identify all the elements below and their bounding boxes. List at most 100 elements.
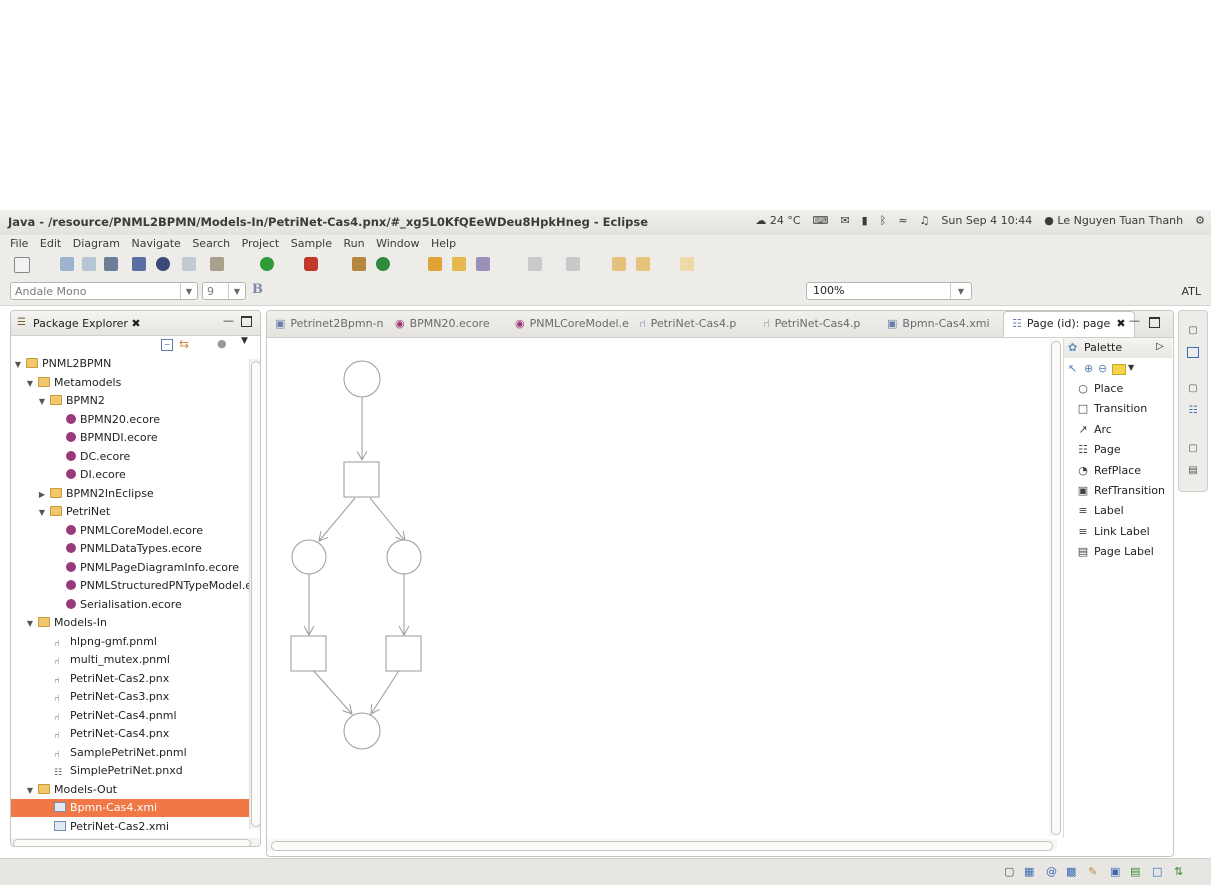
explorer-title[interactable]: Package Explorer ✖ bbox=[33, 317, 141, 330]
problems-icon[interactable]: ▦ bbox=[1024, 865, 1034, 878]
maximize-view-icon[interactable] bbox=[1187, 347, 1199, 358]
tree-item[interactable]: ▼ Models-Out bbox=[11, 781, 249, 799]
declaration-icon[interactable]: ▩ bbox=[1066, 865, 1076, 878]
new-class-icon[interactable] bbox=[352, 257, 366, 271]
tree-item[interactable]: ⑁ SamplePetriNet.pnml bbox=[11, 744, 249, 762]
tree-item[interactable]: ▼ Models-In bbox=[11, 614, 249, 632]
open-type-icon[interactable] bbox=[428, 257, 442, 271]
battery-icon[interactable]: ▮ bbox=[862, 214, 868, 227]
expand-arrow-icon[interactable]: ▼ bbox=[37, 393, 47, 411]
user-menu[interactable]: ● Le Nguyen Tuan Thanh bbox=[1044, 214, 1183, 227]
editor-tab[interactable]: ▣ Petrinet2Bpmn-n bbox=[275, 317, 384, 330]
diagram-canvas[interactable] bbox=[267, 338, 1047, 838]
menu-project[interactable]: Project bbox=[242, 237, 280, 250]
expand-arrow-icon[interactable]: ▼ bbox=[25, 615, 35, 633]
tree-item[interactable]: PNMLCoreModel.ecore bbox=[11, 522, 249, 540]
tree-item[interactable]: PNMLPageDiagramInfo.ecore bbox=[11, 559, 249, 577]
tree-item[interactable]: ☷ SimplePetriNet.pnxd bbox=[11, 762, 249, 780]
tree-item[interactable]: ⑁ PetriNet-Cas4.pnml bbox=[11, 707, 249, 725]
last-edit-icon[interactable] bbox=[612, 257, 626, 271]
tasks-icon[interactable]: □ bbox=[1152, 865, 1162, 878]
save-all-icon[interactable] bbox=[82, 257, 96, 271]
expand-arrow-icon[interactable]: ▼ bbox=[25, 782, 35, 800]
editor-tab[interactable]: ⑁ PetriNet-Cas4.p bbox=[763, 317, 860, 330]
menu-navigate[interactable]: Navigate bbox=[131, 237, 180, 250]
save-icon[interactable] bbox=[60, 257, 74, 271]
restore-icon[interactable]: ▢ bbox=[1186, 443, 1200, 457]
maximize-icon[interactable] bbox=[1149, 317, 1160, 328]
properties-icon[interactable]: ▤ bbox=[1186, 465, 1200, 479]
weather-indicator[interactable]: ☁ 24 °C bbox=[755, 214, 800, 227]
zoom-select[interactable]: 100% ▼ bbox=[806, 282, 972, 300]
tree-item[interactable]: PNMLDataTypes.ecore bbox=[11, 540, 249, 558]
tree-item[interactable]: ▼ Metamodels bbox=[11, 374, 249, 392]
bug-icon[interactable] bbox=[210, 257, 224, 271]
note-icon[interactable] bbox=[1112, 364, 1126, 375]
menu-diagram[interactable]: Diagram bbox=[73, 237, 120, 250]
bold-button[interactable]: B bbox=[252, 282, 263, 297]
chevron-down-icon[interactable]: ▼ bbox=[1128, 363, 1134, 372]
link-with-editor-icon[interactable]: ⇆ bbox=[179, 337, 189, 351]
transition-node[interactable] bbox=[343, 461, 380, 498]
select-tool-icon[interactable]: ↖ bbox=[1068, 362, 1077, 375]
toggle-icon[interactable] bbox=[132, 257, 146, 271]
expand-arrow-icon[interactable]: ▼ bbox=[37, 504, 47, 522]
tree-item[interactable]: ⑁ PetriNet-Cas3.pnx bbox=[11, 688, 249, 706]
tree-item[interactable]: DC.ecore bbox=[11, 448, 249, 466]
canvas-hscroll-thumb[interactable] bbox=[271, 841, 1053, 851]
arc-t1-p2[interactable] bbox=[319, 497, 356, 541]
minimize-icon[interactable]: — bbox=[1129, 314, 1140, 327]
progress-icon[interactable]: ▤ bbox=[1130, 865, 1140, 878]
explorer-hscroll-thumb[interactable] bbox=[13, 839, 251, 846]
editor-tab[interactable]: ▣ Bpmn-Cas4.xmi bbox=[887, 317, 990, 330]
palette-item[interactable]: ▣ RefTransition bbox=[1076, 484, 1165, 497]
restore-icon[interactable]: ▢ bbox=[1186, 383, 1200, 397]
wifi-icon[interactable]: ≈ bbox=[898, 214, 907, 227]
arc-t3-p4[interactable] bbox=[371, 668, 401, 714]
tree-item[interactable]: BPMNDI.ecore bbox=[11, 429, 249, 447]
zoom-out-icon[interactable]: ⊖ bbox=[1098, 362, 1107, 375]
tree-item[interactable]: ⑁ hlpng-gmf.pnml bbox=[11, 633, 249, 651]
font-name-select[interactable]: Andale Mono ▼ bbox=[10, 282, 198, 300]
palette-item[interactable]: ↗ Arc bbox=[1076, 423, 1111, 436]
arc-t1-p3[interactable] bbox=[369, 497, 405, 541]
javadoc-icon[interactable]: @ bbox=[1046, 865, 1057, 878]
restore-icon[interactable]: ▢ bbox=[1004, 865, 1014, 878]
outline-icon[interactable]: ☷ bbox=[1186, 405, 1200, 419]
menu-sample[interactable]: Sample bbox=[291, 237, 332, 250]
tree-item[interactable]: ▶ BPMN2InEclipse bbox=[11, 485, 249, 503]
new-icon[interactable] bbox=[14, 257, 30, 273]
editor-tab[interactable]: ◉ PNMLCoreModel.e bbox=[515, 317, 629, 330]
palette-item[interactable]: □ Transition bbox=[1076, 402, 1147, 415]
explorer-scroll-thumb[interactable] bbox=[251, 361, 260, 827]
gear-icon[interactable]: ⚙ bbox=[1195, 214, 1205, 227]
perspective-atl[interactable]: ATL bbox=[1181, 285, 1201, 298]
restore-icon[interactable]: ▢ bbox=[1186, 325, 1200, 339]
tree-item[interactable]: PetriNet-Cas2.xmi bbox=[11, 818, 249, 836]
view-menu-icon[interactable]: ▼ bbox=[241, 336, 248, 346]
zoom-in-icon[interactable]: ⊕ bbox=[1084, 362, 1093, 375]
search-icon[interactable]: ✎ bbox=[1088, 865, 1097, 878]
place-node[interactable] bbox=[291, 539, 327, 575]
tree-item[interactable]: DI.ecore bbox=[11, 466, 249, 484]
hierarchy-icon[interactable]: ⇅ bbox=[1174, 865, 1183, 878]
palette-header[interactable]: ✿ Palette ▷ bbox=[1064, 338, 1172, 358]
mail-icon[interactable]: ✉ bbox=[840, 214, 849, 227]
font-size-select[interactable]: 9 ▼ bbox=[202, 282, 246, 300]
chevron-right-icon[interactable]: ▷ bbox=[1156, 341, 1164, 352]
arc-t2-p4[interactable] bbox=[311, 668, 352, 714]
editor-tab[interactable]: ☷ Page (id): page ✖ bbox=[1003, 311, 1135, 337]
tree-item[interactable]: ▼ BPMN2 bbox=[11, 392, 249, 410]
explorer-hscrollbar[interactable] bbox=[11, 838, 260, 846]
debug-icon[interactable] bbox=[156, 257, 170, 271]
expand-arrow-icon[interactable]: ▼ bbox=[25, 375, 35, 393]
collapse-all-icon[interactable]: − bbox=[161, 339, 173, 351]
volume-icon[interactable]: ♫ bbox=[920, 214, 930, 227]
bluetooth-icon[interactable]: ᛒ bbox=[880, 214, 887, 227]
transition-node[interactable] bbox=[290, 635, 327, 672]
back-icon[interactable] bbox=[636, 257, 650, 271]
datetime[interactable]: Sun Sep 4 10:44 bbox=[941, 214, 1032, 227]
palette-item[interactable]: ▤ Page Label bbox=[1076, 545, 1154, 558]
tree-item[interactable]: PNMLStructuredPNTypeModel.ecore bbox=[11, 577, 260, 595]
place-node[interactable] bbox=[343, 360, 381, 398]
